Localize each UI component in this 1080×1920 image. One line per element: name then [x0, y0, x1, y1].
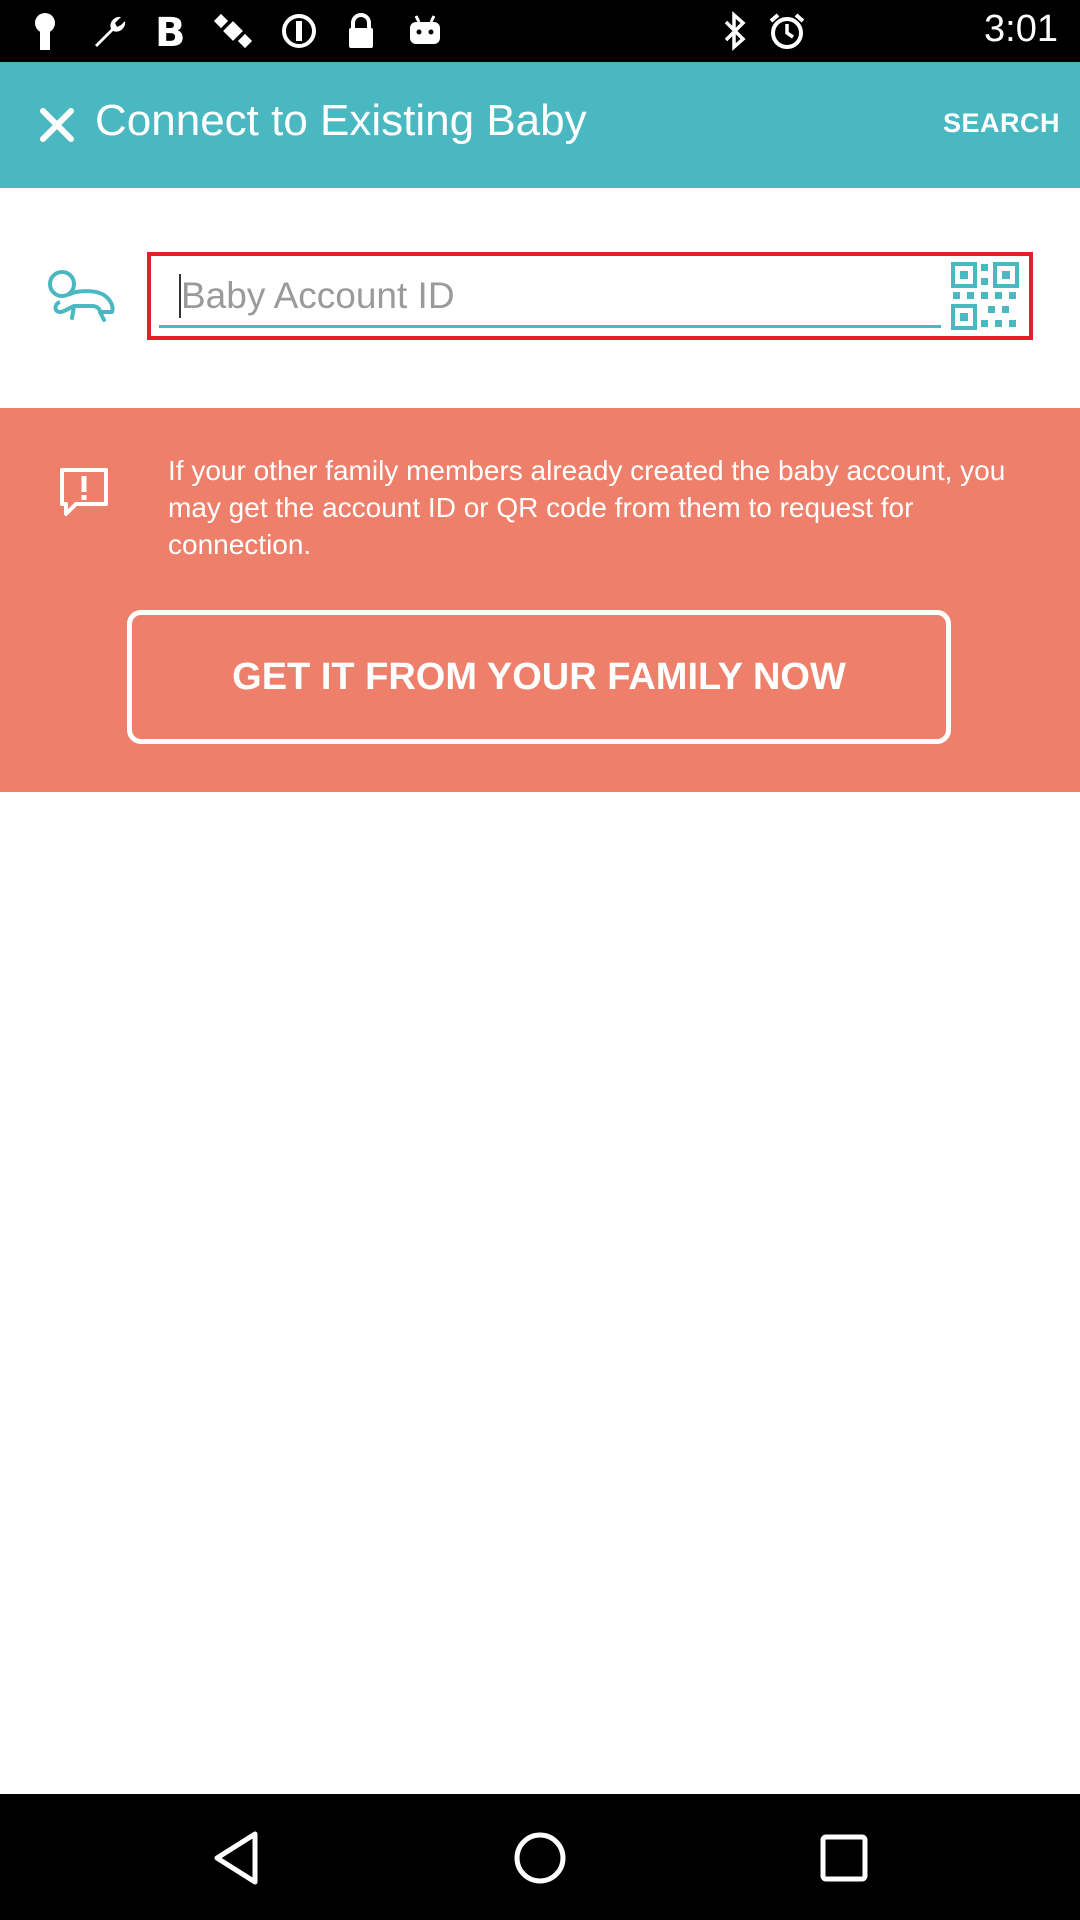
app-bar: Connect to Existing Baby SEARCH	[0, 62, 1080, 188]
back-button[interactable]	[200, 1822, 272, 1894]
baby-account-id-input[interactable]	[181, 266, 881, 326]
recents-icon	[820, 1834, 868, 1882]
info-message: If your other family members already cre…	[168, 455, 1006, 560]
wrench-icon	[86, 10, 128, 52]
home-button[interactable]	[504, 1822, 576, 1894]
account-id-row	[0, 188, 1080, 408]
navigation-bar	[0, 1794, 1080, 1920]
text-cursor	[179, 274, 181, 318]
clock-time: 3:01	[984, 8, 1058, 50]
search-button[interactable]: SEARCH	[943, 108, 1060, 139]
svg-text:B: B	[155, 12, 186, 50]
close-icon	[40, 108, 74, 142]
lock-icon	[340, 10, 382, 52]
keyhole-icon	[24, 10, 66, 52]
alarm-icon	[766, 10, 808, 52]
qr-code-icon	[951, 262, 1019, 330]
page-title: Connect to Existing Baby	[95, 96, 587, 145]
get-from-family-button[interactable]: GET IT FROM YOUR FAMILY NOW	[127, 610, 951, 744]
input-underline	[159, 325, 941, 328]
status-bar: B 3:01	[0, 0, 1080, 62]
qr-code-scan-button[interactable]	[949, 260, 1021, 332]
bold-b-icon: B	[150, 10, 192, 52]
blocked-circle-icon	[278, 10, 320, 52]
fake-gps-satellite-icon	[212, 10, 254, 52]
info-panel: If your other family members already cre…	[0, 408, 1080, 792]
home-icon	[514, 1832, 566, 1884]
bluetooth-icon	[714, 10, 756, 52]
alert-message-icon	[56, 464, 112, 520]
recents-button[interactable]	[808, 1822, 880, 1894]
close-button[interactable]	[16, 84, 98, 166]
baby-crawling-icon	[46, 268, 122, 324]
android-icon	[404, 10, 446, 52]
account-id-input-container	[147, 252, 1033, 340]
back-icon	[214, 1831, 258, 1885]
